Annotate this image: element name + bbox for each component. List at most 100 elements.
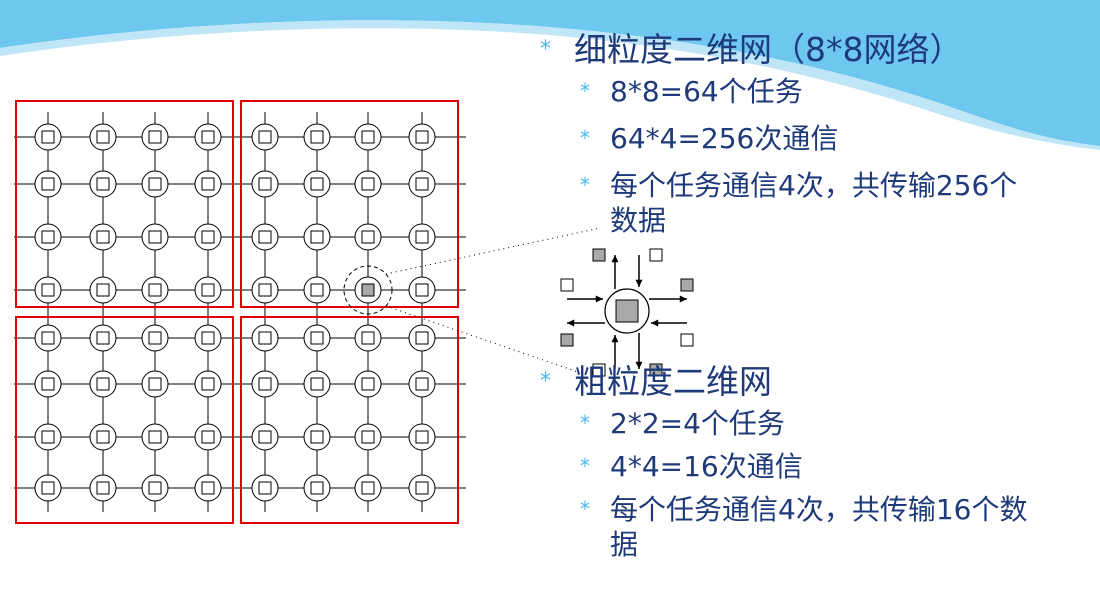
task-cell [310,430,324,444]
task-cell [201,283,215,297]
task-cell [201,177,215,191]
task-cell [415,377,429,391]
coarse-item: * 每个任务通信4次，共传输16个数据 [580,492,1030,562]
task-cell [258,177,272,191]
coarse-item: * 4*4=16次通信 [580,449,1080,484]
task-cell [96,377,110,391]
task-cell [201,130,215,144]
task-cell [148,177,162,191]
task-cell [361,283,375,297]
coarse-heading: 粗粒度二维网 [574,362,772,401]
task-cell [96,331,110,345]
task-cell [361,377,375,391]
task-cell [41,283,55,297]
arrow-head [679,295,687,303]
task-cell [258,283,272,297]
arrow-head [595,295,603,303]
task-cell [361,230,375,244]
fine-item-text: 64*4=256次通信 [610,122,839,155]
bullet-icon: * [580,173,590,197]
task-cell [201,331,215,345]
task-cell [148,481,162,495]
task-cell [258,430,272,444]
task-cell [361,481,375,495]
task-cell [258,481,272,495]
task-cell [415,177,429,191]
task-cell [148,377,162,391]
task-cell [41,230,55,244]
task-cell [96,230,110,244]
arrow-head [651,319,659,327]
task-cell [148,130,162,144]
task-cell [415,230,429,244]
task-cell [258,377,272,391]
task-cell [201,377,215,391]
task-cell [41,377,55,391]
task-cell [96,283,110,297]
fine-item: * 8*8=64个任务 [580,74,1060,109]
neighbor-cell [680,278,694,292]
task-cell [361,430,375,444]
task-cell [415,430,429,444]
task-cell [41,481,55,495]
fine-section: * 细粒度二维网（8*8网络） * 8*8=64个任务 * 64*4=256次通… [540,30,1060,238]
fine-item: * 64*4=256次通信 [580,121,1060,156]
task-cell [41,130,55,144]
task-cell [148,331,162,345]
task-cell [415,130,429,144]
bullet-icon: * [580,79,590,103]
fine-heading: 细粒度二维网（8*8网络） [574,30,963,69]
task-cell [201,230,215,244]
task-cell [41,331,55,345]
bullet-icon: * [580,497,590,521]
task-cell [310,230,324,244]
task-cell [258,331,272,345]
task-cell [310,377,324,391]
task-cell [96,481,110,495]
task-cell [148,230,162,244]
coarse-item-text: 4*4=16次通信 [610,450,803,483]
task-cell [96,430,110,444]
task-cell [361,331,375,345]
task-cell [415,481,429,495]
task-cell [415,283,429,297]
task-cell [201,430,215,444]
bullet-icon: * [580,126,590,150]
bullet-icon: * [580,454,590,478]
fine-item-text: 8*8=64个任务 [610,75,803,108]
coarse-section: * 粗粒度二维网 * 2*2=4个任务 * 4*4=16次通信 * 每个任务通信… [540,362,1080,562]
coarse-heading-row: * 粗粒度二维网 [540,362,1080,402]
fine-heading-row: * 细粒度二维网（8*8网络） [540,30,1060,70]
fine-item-text: 每个任务通信4次，共传输256个数据 [610,169,1018,237]
neighbor-cell [649,248,663,262]
bullet-icon: * [580,411,590,435]
task-cell [41,177,55,191]
task-cell [148,283,162,297]
task-cell [201,481,215,495]
neighbor-cell [560,333,574,347]
coarse-item: * 2*2=4个任务 [580,406,1080,441]
task-cell [96,177,110,191]
task-cell [148,430,162,444]
task-cell [41,430,55,444]
task-cell [310,481,324,495]
arrow-head [611,255,619,263]
task-cell [361,130,375,144]
bullet-icon: * [540,369,551,394]
task-cell [258,230,272,244]
task-cell [415,331,429,345]
task-cell [310,130,324,144]
bullet-icon: * [540,37,551,62]
neighbor-cell [592,248,606,262]
neighbor-cell [560,278,574,292]
task-cell [310,331,324,345]
task-cell [310,283,324,297]
arrow-head [611,335,619,343]
neighbor-cell [680,333,694,347]
arrow-head [635,279,643,287]
task-cell [258,130,272,144]
task-cell [361,177,375,191]
task-cell [96,130,110,144]
stencil-center-cell [615,299,639,323]
coarse-item-text: 2*2=4个任务 [610,407,785,440]
